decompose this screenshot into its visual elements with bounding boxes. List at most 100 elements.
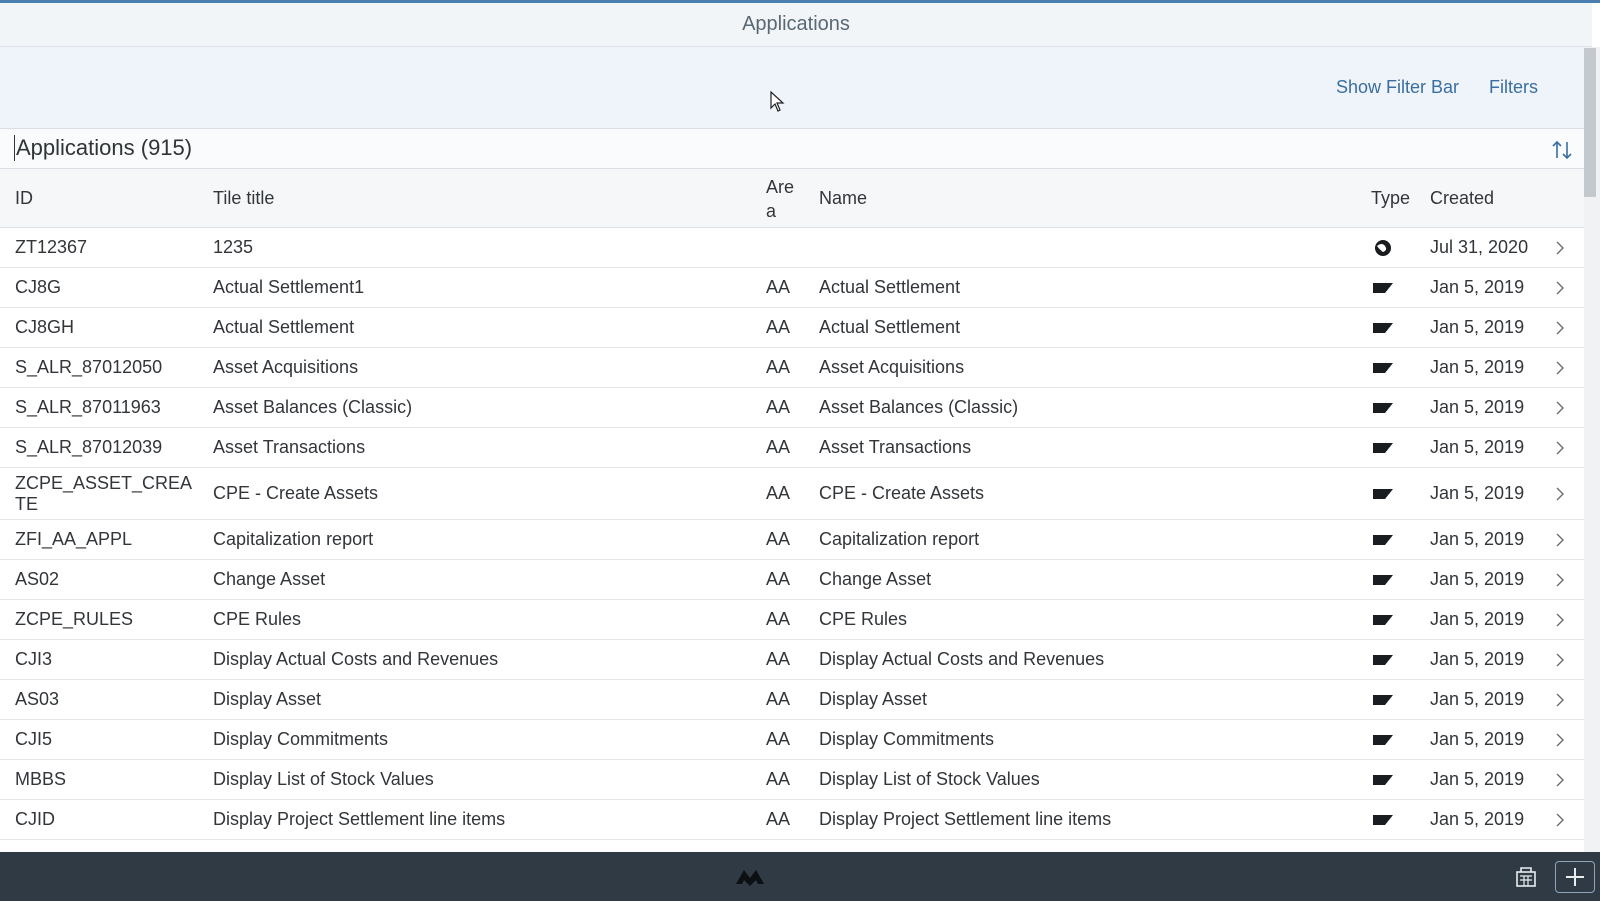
chevron-right-icon[interactable] xyxy=(1550,348,1570,387)
cell-area: AA xyxy=(766,569,791,589)
export-icon[interactable] xyxy=(1512,863,1540,891)
filters-button[interactable]: Filters xyxy=(1489,77,1538,98)
column-header-type[interactable]: Type xyxy=(1371,169,1410,228)
cell-created: Jan 5, 2019 xyxy=(1430,397,1525,417)
cell-area: AA xyxy=(766,649,791,669)
table-row[interactable]: S_ALR_87011963 Asset Balances (Classic) AA… xyxy=(0,388,1592,428)
cell-name: Actual Settlement xyxy=(819,317,961,337)
table-body: ZT12367 1235 Jul 31, 2020 CJ8G Actual Settle… xyxy=(0,228,1592,852)
chevron-right-icon[interactable] xyxy=(1550,228,1570,267)
table-row[interactable]: ZFI_AA_APPL Capitalization report AA Capita… xyxy=(0,520,1592,560)
chevron-right-icon[interactable] xyxy=(1550,760,1570,799)
cell-created: Jan 5, 2019 xyxy=(1430,317,1525,337)
chevron-right-icon[interactable] xyxy=(1550,600,1570,639)
app-logo-icon xyxy=(736,870,764,886)
cell-id: CJ8G xyxy=(15,277,62,297)
cell-tile-title: Actual Settlement1 xyxy=(213,277,365,297)
table-row[interactable]: CJID Display Project Settlement line item… xyxy=(0,800,1592,840)
cell-tile-title: Actual Settlement xyxy=(213,317,355,337)
column-header-name[interactable]: Name xyxy=(819,169,867,228)
transaction-icon xyxy=(1371,268,1395,307)
cell-id: CJI5 xyxy=(15,729,53,749)
globe-icon xyxy=(1371,228,1395,267)
cell-tile-title: Asset Transactions xyxy=(213,437,366,457)
chevron-right-icon[interactable] xyxy=(1550,268,1570,307)
cell-created: Jan 5, 2019 xyxy=(1430,437,1525,457)
cell-tile-title: 1235 xyxy=(213,237,254,257)
cell-id: AS03 xyxy=(15,689,60,709)
cell-created: Jan 5, 2019 xyxy=(1430,277,1525,297)
cell-id: MBBS xyxy=(15,769,67,789)
cell-tile-title: Display List of Stock Values xyxy=(213,769,434,789)
column-header-created[interactable]: Created xyxy=(1430,169,1494,228)
cell-name: Capitalization report xyxy=(819,529,980,549)
table-row[interactable]: ZT12367 1235 Jul 31, 2020 xyxy=(0,228,1592,268)
transaction-icon xyxy=(1371,428,1395,467)
table-row[interactable]: CJI3 Display Actual Costs and Revenues AA D… xyxy=(0,640,1592,680)
table-row[interactable]: CJI5 Display Commitments AA Display Commitm… xyxy=(0,720,1592,760)
column-header-area[interactable]: Area xyxy=(766,169,802,228)
cell-id: ZCPE_ASSET_CREATE xyxy=(15,472,193,514)
chevron-right-icon[interactable] xyxy=(1550,388,1570,427)
transaction-icon xyxy=(1371,800,1395,839)
cell-tile-title: Change Asset xyxy=(213,569,326,589)
chevron-right-icon[interactable] xyxy=(1550,468,1570,519)
table-row[interactable]: AS02 Change Asset AA Change Asset Jan 5, 201… xyxy=(0,560,1592,600)
table-row[interactable]: S_ALR_87012039 Asset Transactions AA Asset … xyxy=(0,428,1592,468)
cell-tile-title: Display Asset xyxy=(213,689,322,709)
cell-area: AA xyxy=(766,317,791,337)
chevron-right-icon[interactable] xyxy=(1550,680,1570,719)
cell-area: AA xyxy=(766,689,791,709)
column-header-tile-title[interactable]: Tile title xyxy=(213,169,274,228)
cell-area: AA xyxy=(766,437,791,457)
chevron-right-icon[interactable] xyxy=(1550,640,1570,679)
cell-created: Jan 5, 2019 xyxy=(1430,649,1525,669)
transaction-icon xyxy=(1371,560,1395,599)
cell-id: S_ALR_87012039 xyxy=(15,437,163,457)
table-row[interactable]: AS03 Display Asset AA Display Asset Jan 5, 2… xyxy=(0,680,1592,720)
cell-created: Jan 5, 2019 xyxy=(1430,729,1525,749)
table-toolbar: Applications (915) xyxy=(0,129,1592,169)
cell-id: CJID xyxy=(15,809,55,829)
cell-id: ZT12367 xyxy=(15,237,88,257)
cell-name: Display Actual Costs and Revenues xyxy=(819,649,1105,669)
cell-name: Display Project Settlement line items xyxy=(819,809,1112,829)
cell-id: CJ8GH xyxy=(15,317,75,337)
filter-links: Show Filter Bar Filters xyxy=(1336,77,1538,98)
mouse-cursor-icon xyxy=(770,91,785,112)
cell-name: Asset Acquisitions xyxy=(819,357,965,377)
cell-created: Jan 5, 2019 xyxy=(1430,689,1525,709)
cell-id: AS02 xyxy=(15,569,60,589)
cell-name: Asset Balances (Classic) xyxy=(819,397,1019,417)
cell-tile-title: Display Project Settlement line items xyxy=(213,809,506,829)
show-filter-bar-button[interactable]: Show Filter Bar xyxy=(1336,77,1459,98)
table-row[interactable]: MBBS Display List of Stock Values AA Displa… xyxy=(0,760,1592,800)
chevron-right-icon[interactable] xyxy=(1550,720,1570,759)
chevron-right-icon[interactable] xyxy=(1550,428,1570,467)
cell-name: CPE Rules xyxy=(819,609,908,629)
cell-area: AA xyxy=(766,809,791,829)
chevron-right-icon[interactable] xyxy=(1550,560,1570,599)
table-row[interactable]: ZCPE_RULES CPE Rules AA CPE Rules Jan 5, 201… xyxy=(0,600,1592,640)
chevron-right-icon[interactable] xyxy=(1550,308,1570,347)
table-row[interactable]: ZCPE_ASSET_CREATE CPE - Create Assets AA CP… xyxy=(0,468,1592,520)
table-title: Applications (915) xyxy=(14,135,193,161)
table-row[interactable]: CJ8G Actual Settlement1 AA Actual Settlemen… xyxy=(0,268,1592,308)
shell-header: Applications xyxy=(0,3,1592,47)
add-button[interactable] xyxy=(1555,861,1595,893)
table-row[interactable]: S_ALR_87012050 Asset Acquisitions AA Asset … xyxy=(0,348,1592,388)
cell-id: CJI3 xyxy=(15,649,53,669)
sort-icon[interactable] xyxy=(1550,138,1574,162)
chevron-right-icon[interactable] xyxy=(1550,800,1570,839)
scrollbar-thumb[interactable] xyxy=(1584,48,1596,197)
transaction-icon xyxy=(1371,640,1395,679)
cell-tile-title: CPE Rules xyxy=(213,609,302,629)
chevron-right-icon[interactable] xyxy=(1550,520,1570,559)
cell-created: Jan 5, 2019 xyxy=(1430,809,1525,829)
cell-area: AA xyxy=(766,397,791,417)
table-row[interactable]: CJ8GH Actual Settlement AA Actual Settlemen… xyxy=(0,308,1592,348)
cell-area: AA xyxy=(766,769,791,789)
column-header-id[interactable]: ID xyxy=(15,169,33,228)
cell-tile-title: Asset Balances (Classic) xyxy=(213,397,413,417)
cell-name: CPE - Create Assets xyxy=(819,483,985,503)
